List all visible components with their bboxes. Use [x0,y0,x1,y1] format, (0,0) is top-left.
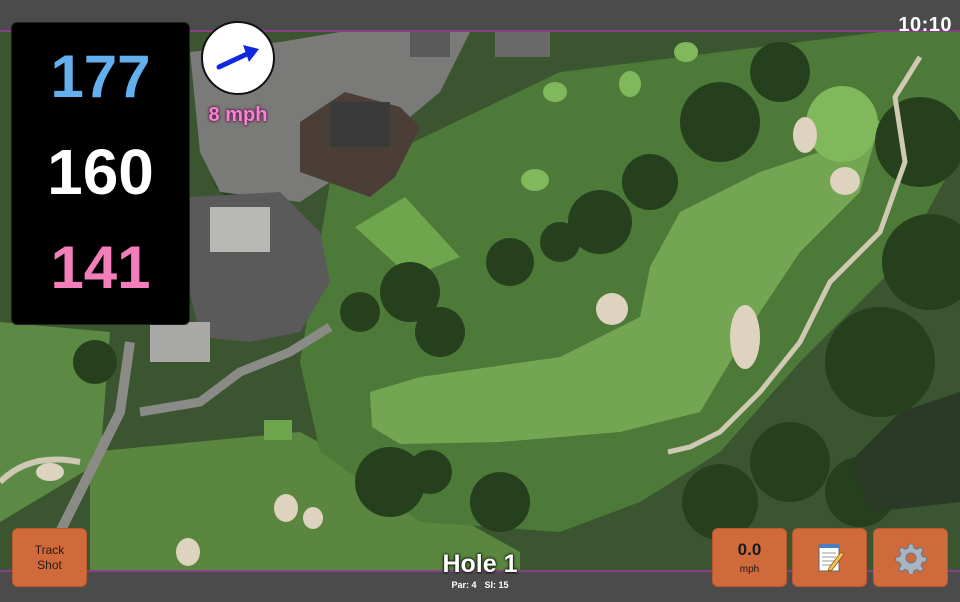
settings-button[interactable] [873,528,948,587]
speed-button[interactable]: 0.0 mph [712,528,787,587]
speed-value: 0.0 [737,540,762,559]
wind-arrow-icon [216,45,259,70]
hole-si: SI: 15 [484,580,509,590]
hole-name: Hole 1 [442,550,518,578]
hole-par: Par: 4 [451,580,477,590]
wind-speed-label: 8 mph [208,104,268,126]
distance-panel: 177 160 141 [11,22,190,325]
notes-button[interactable] [792,528,867,587]
speed-unit: mph [739,564,760,575]
middle-distance: 160 [47,136,154,208]
back-distance: 177 [50,43,151,110]
gear-icon [894,543,927,574]
hole-meta: Par: 4 SI: 15 [380,580,580,590]
hole-info: Hole 1 Par: 4 SI: 15 [380,550,580,590]
track-shot-label-line1: Track [34,542,65,557]
notepad-icon [818,543,845,572]
track-shot-label-line2: Shot [37,557,62,572]
front-distance: 141 [50,234,151,301]
track-shot-button[interactable]: Track Shot [12,528,87,587]
wind-indicator [201,21,275,95]
